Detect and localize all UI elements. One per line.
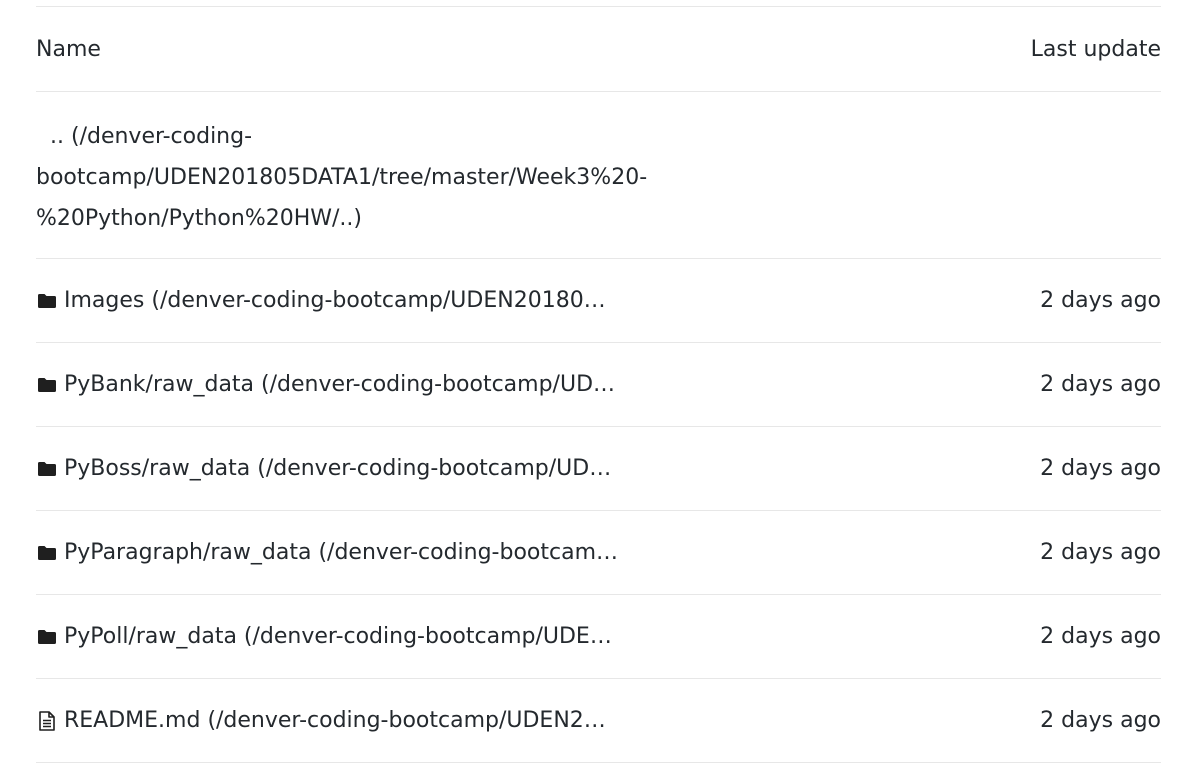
- table-row[interactable]: PyBoss/raw_data (/denver-coding-bootcamp…: [36, 427, 1161, 511]
- name-cell: README.md (/denver-coding-bootcamp/UDEN2…: [36, 708, 606, 733]
- file-link[interactable]: PyBoss/raw_data (/denver-coding-bootcamp…: [64, 456, 611, 481]
- name-cell: PyPoll/raw_data (/denver-coding-bootcamp…: [36, 624, 612, 649]
- last-update-cell: 2 days ago: [1040, 456, 1161, 481]
- name-cell: PyParagraph/raw_data (/denver-coding-boo…: [36, 540, 618, 565]
- file-link[interactable]: Images (/denver-coding-bootcamp/UDEN2018…: [64, 288, 606, 313]
- name-cell: PyBoss/raw_data (/denver-coding-bootcamp…: [36, 456, 611, 481]
- file-link[interactable]: PyPoll/raw_data (/denver-coding-bootcamp…: [64, 624, 612, 649]
- file-link[interactable]: README.md (/denver-coding-bootcamp/UDEN2…: [64, 708, 606, 733]
- folder-icon: [36, 374, 58, 396]
- parent-directory-cell: .. (/denver-coding-bootcamp/UDEN201805DA…: [36, 112, 796, 239]
- file-table: Name Last update .. (/denver-coding-boot…: [36, 6, 1161, 763]
- name-cell: PyBank/raw_data (/denver-coding-bootcamp…: [36, 372, 615, 397]
- last-update-cell: 2 days ago: [1040, 624, 1161, 649]
- name-column-header: Name: [36, 36, 101, 62]
- last-update-cell: 2 days ago: [1040, 540, 1161, 565]
- last-update-column-header: Last update: [1030, 36, 1161, 62]
- folder-icon: [36, 542, 58, 564]
- parent-directory-link[interactable]: .. (/denver-coding-bootcamp/UDEN201805DA…: [36, 116, 796, 239]
- table-row[interactable]: Images (/denver-coding-bootcamp/UDEN2018…: [36, 259, 1161, 343]
- file-link[interactable]: PyParagraph/raw_data (/denver-coding-boo…: [64, 540, 618, 565]
- parent-directory-row[interactable]: .. (/denver-coding-bootcamp/UDEN201805DA…: [36, 92, 1161, 259]
- last-update-cell: 2 days ago: [1040, 372, 1161, 397]
- table-row[interactable]: README.md (/denver-coding-bootcamp/UDEN2…: [36, 679, 1161, 763]
- name-cell: Images (/denver-coding-bootcamp/UDEN2018…: [36, 288, 606, 313]
- last-update-cell: 2 days ago: [1040, 708, 1161, 733]
- folder-icon: [36, 626, 58, 648]
- file-text-icon: [36, 710, 58, 732]
- folder-icon: [36, 290, 58, 312]
- table-row[interactable]: PyPoll/raw_data (/denver-coding-bootcamp…: [36, 595, 1161, 679]
- last-update-cell: 2 days ago: [1040, 288, 1161, 313]
- folder-icon: [36, 458, 58, 480]
- table-header: Name Last update: [36, 7, 1161, 92]
- table-row[interactable]: PyBank/raw_data (/denver-coding-bootcamp…: [36, 343, 1161, 427]
- file-link[interactable]: PyBank/raw_data (/denver-coding-bootcamp…: [64, 372, 615, 397]
- table-row[interactable]: PyParagraph/raw_data (/denver-coding-boo…: [36, 511, 1161, 595]
